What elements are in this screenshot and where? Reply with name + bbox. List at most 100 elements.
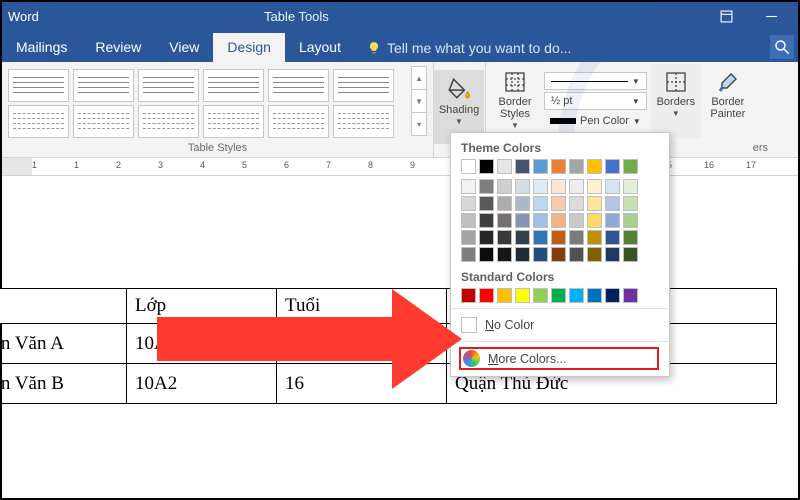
color-swatch[interactable] [569,196,584,211]
color-swatch[interactable] [515,247,530,262]
color-swatch[interactable] [623,196,638,211]
color-swatch[interactable] [605,179,620,194]
color-swatch[interactable] [497,213,512,228]
scroll-down-icon[interactable]: ▼ [412,90,426,113]
color-swatch[interactable] [533,159,548,174]
table-style-swatch[interactable] [333,69,394,102]
color-swatch[interactable] [497,179,512,194]
border-styles-button[interactable]: Border Styles ▼ [490,64,540,138]
color-swatch[interactable] [605,159,620,174]
color-swatch[interactable] [533,213,548,228]
color-swatch[interactable] [497,159,512,174]
tab-review[interactable]: Review [81,33,155,62]
color-swatch[interactable] [515,179,530,194]
color-swatch[interactable] [533,230,548,245]
more-colors-item[interactable]: More Colors... [459,347,659,370]
color-swatch[interactable] [605,247,620,262]
color-swatch[interactable] [569,288,584,303]
color-swatch[interactable] [533,247,548,262]
color-swatch[interactable] [461,196,476,211]
color-swatch[interactable] [623,159,638,174]
tab-view[interactable]: View [155,33,213,62]
color-swatch[interactable] [515,288,530,303]
search-button[interactable] [770,35,794,59]
color-swatch[interactable] [479,213,494,228]
color-swatch[interactable] [461,179,476,194]
color-swatch[interactable] [497,288,512,303]
table-style-swatch[interactable] [8,105,69,138]
color-swatch[interactable] [479,247,494,262]
table-style-swatch[interactable] [73,69,134,102]
color-swatch[interactable] [587,213,602,228]
color-swatch[interactable] [497,247,512,262]
color-swatch[interactable] [569,159,584,174]
color-swatch[interactable] [461,213,476,228]
color-swatch[interactable] [497,196,512,211]
tell-me-search[interactable]: Tell me what you want to do... [355,34,583,62]
color-swatch[interactable] [587,230,602,245]
color-swatch[interactable] [551,179,566,194]
gallery-scroll[interactable]: ▲ ▼ ▾ [411,66,427,136]
tab-design[interactable]: Design [213,33,285,62]
color-swatch[interactable] [623,247,638,262]
color-swatch[interactable] [587,179,602,194]
table-style-swatch[interactable] [8,69,69,102]
table-cell[interactable]: yễn Văn A [0,324,127,364]
color-swatch[interactable] [515,159,530,174]
color-swatch[interactable] [605,230,620,245]
table-style-swatch[interactable] [138,69,199,102]
no-color-item[interactable]: No Color [461,314,659,336]
color-swatch[interactable] [623,288,638,303]
color-swatch[interactable] [515,196,530,211]
table-cell[interactable]: 10A2 [127,364,277,404]
color-swatch[interactable] [479,288,494,303]
color-swatch[interactable] [461,230,476,245]
tab-mailings[interactable]: Mailings [2,33,81,62]
color-swatch[interactable] [551,196,566,211]
color-swatch[interactable] [533,179,548,194]
color-swatch[interactable] [479,196,494,211]
table-style-swatch[interactable] [333,105,394,138]
tab-layout[interactable]: Layout [285,33,355,62]
table-style-swatch[interactable] [203,105,264,138]
table-header[interactable] [0,289,127,324]
table-cell[interactable]: yễn Văn B [0,364,127,404]
gallery-more-icon[interactable]: ▾ [412,113,426,135]
ribbon-options-button[interactable] [704,2,749,30]
color-swatch[interactable] [605,213,620,228]
table-style-swatch[interactable] [268,105,329,138]
table-style-swatch[interactable] [138,105,199,138]
color-swatch[interactable] [461,159,476,174]
color-swatch[interactable] [587,159,602,174]
horizontal-ruler[interactable]: 11234567891011121314151617 [2,158,798,176]
color-swatch[interactable] [551,159,566,174]
color-swatch[interactable] [497,230,512,245]
color-swatch[interactable] [479,179,494,194]
color-swatch[interactable] [623,213,638,228]
color-swatch[interactable] [587,196,602,211]
color-swatch[interactable] [623,179,638,194]
color-swatch[interactable] [569,247,584,262]
color-swatch[interactable] [587,247,602,262]
table-styles-gallery[interactable] [8,65,408,138]
color-swatch[interactable] [605,288,620,303]
color-swatch[interactable] [479,159,494,174]
color-swatch[interactable] [551,288,566,303]
color-swatch[interactable] [605,196,620,211]
scroll-up-icon[interactable]: ▲ [412,67,426,90]
color-swatch[interactable] [569,230,584,245]
color-swatch[interactable] [479,230,494,245]
color-swatch[interactable] [551,247,566,262]
table-style-swatch[interactable] [268,69,329,102]
color-swatch[interactable] [551,230,566,245]
table-style-swatch[interactable] [203,69,264,102]
color-swatch[interactable] [569,213,584,228]
color-swatch[interactable] [461,288,476,303]
color-swatch[interactable] [461,247,476,262]
color-swatch[interactable] [587,288,602,303]
color-swatch[interactable] [533,288,548,303]
color-swatch[interactable] [515,213,530,228]
color-swatch[interactable] [551,213,566,228]
color-swatch[interactable] [623,230,638,245]
table-style-swatch[interactable] [73,105,134,138]
